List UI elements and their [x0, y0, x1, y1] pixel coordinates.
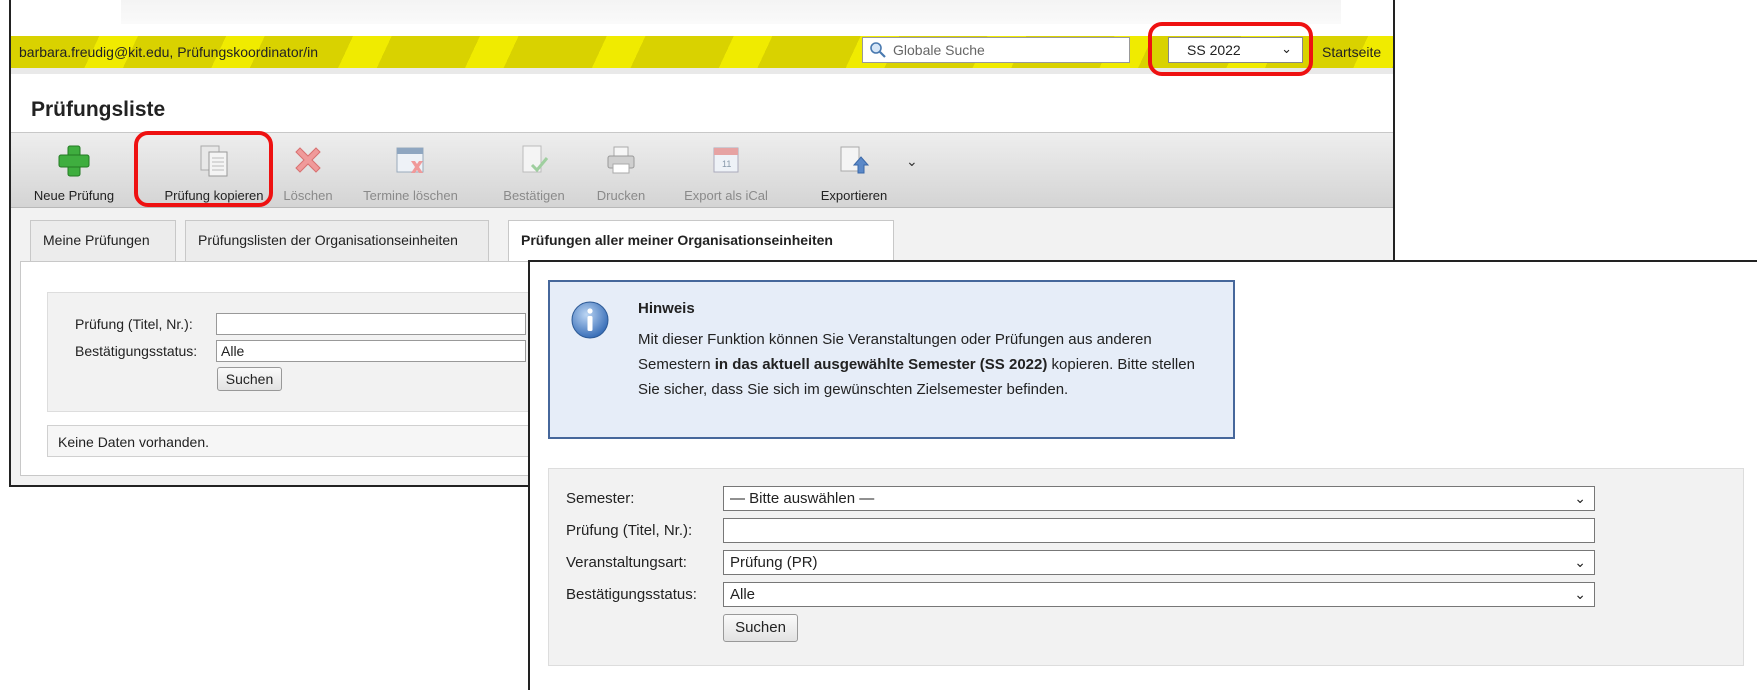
- new-exam-label: Neue Prüfung: [33, 188, 115, 203]
- tab-all-org-exams-label: Prüfungen aller meiner Organisationseinh…: [521, 232, 833, 248]
- print-button[interactable]: Drucken: [586, 143, 656, 205]
- status-value: Alle: [221, 343, 245, 359]
- dialog-exam-input[interactable]: [723, 518, 1595, 543]
- status-select[interactable]: Alle: [216, 340, 526, 362]
- export-button[interactable]: Exportieren: [814, 143, 894, 205]
- calendar-delete-icon: [396, 147, 423, 173]
- global-search-input[interactable]: Globale Suche: [862, 37, 1130, 63]
- hint-text: Mit dieser Funktion können Sie Veranstal…: [638, 327, 1198, 402]
- page-title: Prüfungsliste: [31, 98, 166, 121]
- printer-icon: [607, 146, 635, 174]
- tab-org-exam-lists-label: Prüfungslisten der Organisationseinheite…: [198, 232, 458, 248]
- export-icon: [840, 146, 870, 174]
- event-type-select[interactable]: Prüfung (PR) ⌄: [723, 550, 1595, 575]
- tab-org-exam-lists[interactable]: Prüfungslisten der Organisationseinheite…: [185, 220, 489, 261]
- exam-search-input[interactable]: [216, 313, 526, 335]
- dialog-semester-value: — Bitte auswählen —: [730, 490, 875, 507]
- status-label: Bestätigungsstatus:: [75, 343, 198, 359]
- event-type-label: Veranstaltungsart:: [566, 554, 687, 571]
- new-exam-button[interactable]: Neue Prüfung: [29, 143, 119, 205]
- hint-text-bold: in das aktuell ausgewählte Semester (SS …: [714, 356, 1048, 373]
- confirm-icon: [522, 145, 549, 173]
- dialog-status-select[interactable]: Alle ⌄: [723, 582, 1595, 607]
- ical-export-label: Export als iCal: [684, 188, 768, 203]
- delete-label: Löschen: [283, 188, 333, 203]
- global-search-placeholder: Globale Suche: [893, 42, 985, 58]
- dialog-search-button[interactable]: Suchen: [723, 614, 798, 642]
- delete-dates-button[interactable]: Termine löschen: [353, 143, 468, 205]
- search-button[interactable]: Suchen: [217, 367, 282, 391]
- print-label: Drucken: [596, 188, 646, 203]
- dialog-status-label: Bestätigungsstatus:: [566, 586, 697, 603]
- tab-my-exams-label: Meine Prüfungen: [43, 232, 150, 248]
- dialog-semester-select[interactable]: — Bitte auswählen — ⌄: [723, 486, 1595, 511]
- ical-export-button[interactable]: 11 Export als iCal: [676, 143, 776, 205]
- chevron-down-icon: ⌄: [1574, 554, 1586, 570]
- tab-all-org-exams[interactable]: Prüfungen aller meiner Organisationseinh…: [508, 220, 894, 263]
- dialog-status-value: Alle: [730, 586, 756, 603]
- delete-icon: [295, 147, 321, 173]
- chevron-down-icon[interactable]: ⌄: [906, 153, 918, 170]
- svg-text:11: 11: [722, 159, 731, 169]
- chevron-down-icon: ⌄: [1574, 586, 1586, 602]
- hint-box: Hinweis Mit dieser Funktion können Sie V…: [548, 280, 1235, 439]
- highlight-semester-annotation: [1148, 22, 1313, 76]
- semester-label: Semester:: [566, 490, 635, 507]
- title-area: Prüfungsliste: [11, 68, 1393, 132]
- confirm-button[interactable]: Bestätigen: [494, 143, 574, 205]
- highlight-copy-annotation: [134, 131, 273, 207]
- event-type-value: Prüfung (PR): [730, 554, 818, 571]
- calendar-icon: 11: [713, 147, 739, 173]
- chevron-down-icon: ⌄: [1574, 490, 1586, 506]
- startseite-link[interactable]: Startseite: [1322, 44, 1381, 60]
- hint-title: Hinweis: [638, 300, 695, 317]
- search-icon: [870, 42, 886, 58]
- confirm-label: Bestätigen: [503, 188, 565, 203]
- info-icon: [571, 301, 609, 339]
- user-info: barbara.freudig@kit.edu, Prüfungskoordin…: [19, 44, 319, 60]
- export-label: Exportieren: [820, 188, 888, 203]
- dialog-exam-label: Prüfung (Titel, Nr.):: [566, 522, 693, 539]
- delete-dates-label: Termine löschen: [363, 188, 458, 203]
- exam-search-label: Prüfung (Titel, Nr.):: [75, 316, 193, 332]
- plus-icon: [58, 145, 90, 177]
- tab-my-exams[interactable]: Meine Prüfungen: [30, 220, 176, 261]
- delete-button[interactable]: Löschen: [273, 143, 343, 205]
